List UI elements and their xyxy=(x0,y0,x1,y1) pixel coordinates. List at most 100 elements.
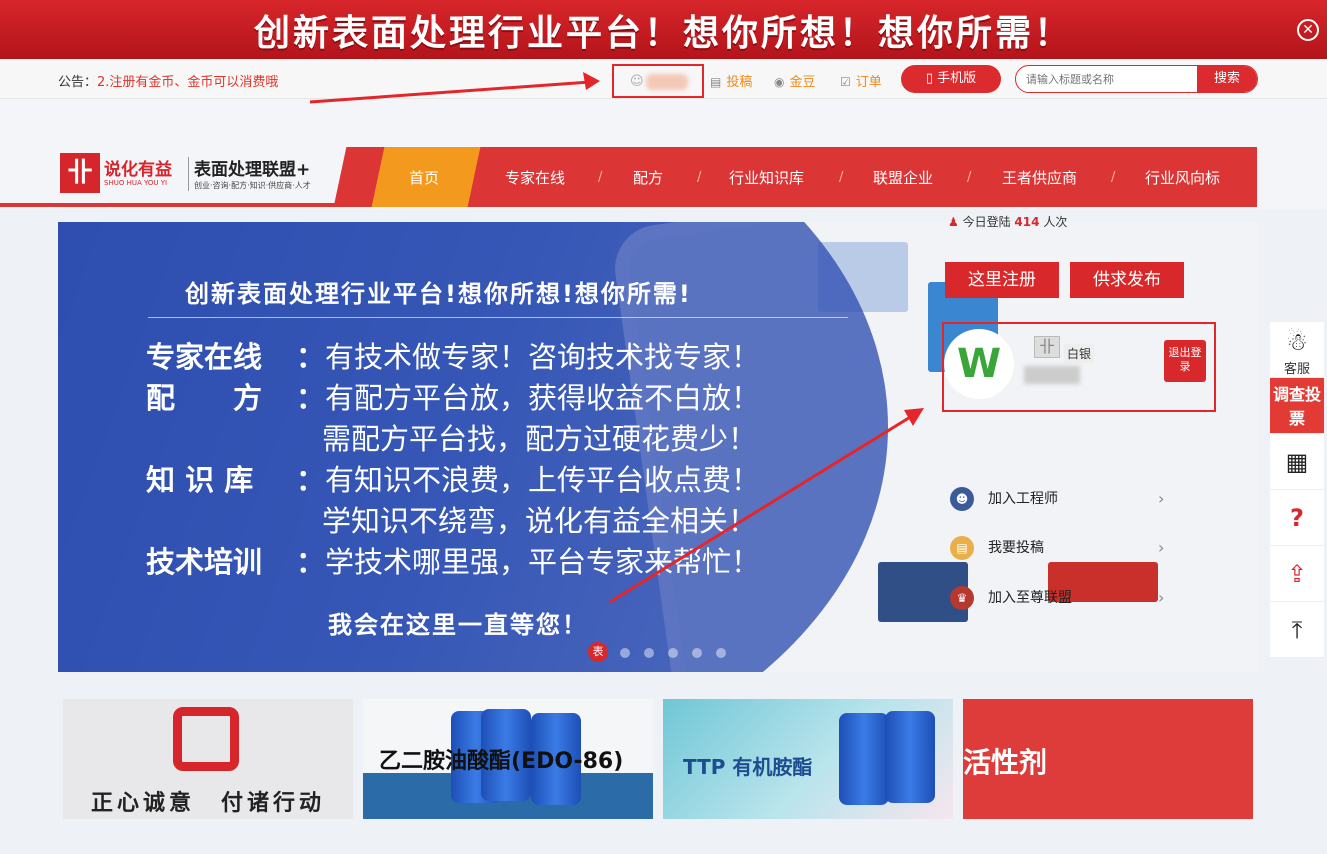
person-icon: ♟ xyxy=(948,215,963,229)
logo-subtitle: 创业·咨询·配方·知识·供应商·人才 xyxy=(194,181,311,190)
coin-icon: ◉ xyxy=(774,75,785,89)
search-box: 搜索 xyxy=(1015,65,1258,93)
submit-article-label: 我要投稿 xyxy=(988,540,1044,556)
today-suffix: 人次 xyxy=(1043,215,1068,229)
hero-line-colon: ： xyxy=(296,381,326,415)
hero-line-value: 有配方平台放，获得收益不白放！ xyxy=(325,381,761,415)
ad-tile-brand[interactable]: 正心诚意 付诸行动 xyxy=(63,699,353,819)
today-count: 414 xyxy=(1014,215,1040,229)
nav-item-suppliers[interactable]: 王者供应商 xyxy=(1002,147,1077,207)
top-promo-banner[interactable]: 创新表面处理行业平台！想你所想！想你所需！ ✕ xyxy=(0,0,1327,59)
nav-separator: / xyxy=(967,170,972,185)
nav-item-trends[interactable]: 行业风向标 xyxy=(1145,147,1220,207)
hero-line-value: 学技术哪里强，平台专家来帮忙！ xyxy=(325,545,761,579)
mobile-version-button[interactable]: ▯ 手机版 xyxy=(901,65,1001,93)
logo-title: 表面处理联盟+ xyxy=(194,160,311,180)
nav-underline xyxy=(0,203,360,207)
submit-article-link[interactable]: ▤ 我要投稿 › xyxy=(950,536,1164,560)
help-button[interactable]: ? xyxy=(1270,490,1324,546)
join-alliance-link[interactable]: ♛ 加入至尊联盟 › xyxy=(950,586,1164,610)
chevron-right-icon: › xyxy=(1158,538,1165,557)
notice: 公告：2.注册有金币、金币可以消费哦 xyxy=(58,71,278,90)
logout-button[interactable]: 退出登录 xyxy=(1164,340,1206,382)
ad-tile-surfactant[interactable]: 活性剂 xyxy=(963,699,1253,819)
avatar[interactable]: W xyxy=(944,329,1014,399)
main-nav xyxy=(352,147,1257,207)
nav-separator: / xyxy=(1111,170,1116,185)
carousel-dot[interactable] xyxy=(716,648,726,658)
today-prefix: 今日登陆 xyxy=(962,215,1011,229)
carousel-dot[interactable] xyxy=(668,648,678,658)
brand-mark-icon xyxy=(173,707,239,771)
today-login-count: ♟ 今日登陆 414 人次 xyxy=(948,213,1067,230)
hero-line: 专家在线 ：有技术做专家！咨询技术找专家！ xyxy=(146,334,760,376)
hero-carousel[interactable]: 创新表面处理行业平台!想你所想!想你所需! 专家在线 ：有技术做专家！咨询技术找专… xyxy=(58,222,1258,672)
nav-item-formulas[interactable]: 配方 xyxy=(633,147,663,207)
hero-line: 配 方 ：有配方平台放，获得收益不白放！ xyxy=(146,375,760,417)
username-redacted xyxy=(1024,366,1080,384)
site-logo[interactable]: 卝 说化有益 SHUO HUA YOU YI 表面处理联盟+ 创业·咨询·配方·… xyxy=(60,153,340,195)
hero-line-key: 配 方 xyxy=(146,381,263,415)
nav-item-alliance[interactable]: 联盟企业 xyxy=(873,147,933,207)
hero-footer-text: 我会在这里一直等您！ xyxy=(328,611,588,639)
join-engineer-label: 加入工程师 xyxy=(988,491,1058,507)
book-icon: ▤ xyxy=(950,536,974,560)
join-engineer-link[interactable]: ☻ 加入工程师 › xyxy=(950,487,1164,511)
logo-divider xyxy=(188,157,189,191)
notice-text[interactable]: 2.注册有金币、金币可以消费哦 xyxy=(97,75,278,90)
nav-item-experts[interactable]: 专家在线 xyxy=(505,147,565,207)
floating-sidebar: ☃ 客服 调查投票 ▦ ? ⇪ ⤒ xyxy=(1270,322,1324,658)
hero-line-key: 技术培训 xyxy=(146,545,263,579)
ad-tile-text: 乙二胺油酸酯(EDO-86) xyxy=(379,749,624,774)
back-to-top-button[interactable]: ⤒ xyxy=(1270,602,1324,658)
carousel-dot[interactable] xyxy=(692,648,702,658)
hero-line: 学知识不绕弯，说化有益全相关！ xyxy=(322,498,757,540)
customer-service-label: 客服 xyxy=(1283,362,1310,377)
qq-icon: ☃ xyxy=(1286,328,1308,356)
submit-label: 投稿 xyxy=(726,75,753,90)
carousel-dot-active[interactable]: 表 xyxy=(588,642,608,662)
carousel-dot[interactable] xyxy=(644,648,654,658)
submit-link[interactable]: ▤ 投稿 xyxy=(710,71,752,90)
qr-code-button[interactable]: ▦ xyxy=(1270,434,1324,490)
hero-line-colon: ： xyxy=(296,463,326,497)
user-level-badge: 白银 xyxy=(1064,344,1095,363)
logo-name-cn: 说化有益 xyxy=(104,160,172,180)
drum-image xyxy=(839,713,889,805)
hero-line-colon: ： xyxy=(296,340,326,374)
hero-line-colon: ： xyxy=(296,545,326,579)
search-button[interactable]: 搜索 xyxy=(1197,66,1257,92)
nav-item-knowledge[interactable]: 行业知识库 xyxy=(729,147,804,207)
hero-line: 技术培训 ：学技术哪里强，平台专家来帮忙！ xyxy=(146,539,760,581)
user-icon: ☺ xyxy=(630,74,644,89)
register-button[interactable]: 这里注册 xyxy=(945,262,1059,298)
engineer-icon: ☻ xyxy=(950,487,974,511)
ad-tile-text: 活性剂 xyxy=(963,746,1048,779)
gold-label: 金豆 xyxy=(789,75,816,90)
logo-name-en: SHUO HUA YOU YI xyxy=(104,179,168,187)
hero-line: 需配方平台找，配方过硬花费少！ xyxy=(322,416,757,458)
survey-vote-button[interactable]: 调查投票 xyxy=(1270,378,1324,434)
ad-tile-edo86[interactable]: 乙二胺油酸酯(EDO-86) xyxy=(363,699,653,819)
user-account[interactable]: ☺ xyxy=(612,64,704,98)
join-alliance-label: 加入至尊联盟 xyxy=(988,590,1072,606)
customer-service-button[interactable]: ☃ 客服 xyxy=(1270,322,1324,378)
carousel-dot[interactable] xyxy=(620,648,630,658)
close-icon[interactable]: ✕ xyxy=(1297,19,1319,41)
orders-link[interactable]: ☑ 订单 xyxy=(840,71,882,90)
share-button[interactable]: ⇪ xyxy=(1270,546,1324,602)
nav-separator: / xyxy=(697,170,702,185)
back-to-top-icon: ⤒ xyxy=(1291,616,1303,644)
search-input[interactable] xyxy=(1016,66,1199,92)
ad-tile-ttp[interactable]: TTP 有机胺酯 xyxy=(663,699,953,819)
orders-label: 订单 xyxy=(855,75,882,90)
nav-separator: / xyxy=(598,170,603,185)
logo-mark-icon: 卝 xyxy=(60,153,100,193)
user-login-card: W 卝 白银 退出登录 xyxy=(942,322,1216,412)
hero-line: 知 识 库 ：有知识不浪费，上传平台收点费！ xyxy=(146,457,760,499)
gold-link[interactable]: ◉ 金豆 xyxy=(774,71,816,90)
hero-line-value: 有技术做专家！咨询技术找专家！ xyxy=(325,340,761,374)
nav-item-home[interactable]: 首页 xyxy=(409,147,439,207)
phone-icon: ▯ xyxy=(925,71,938,86)
publish-button[interactable]: 供求发布 xyxy=(1070,262,1184,298)
